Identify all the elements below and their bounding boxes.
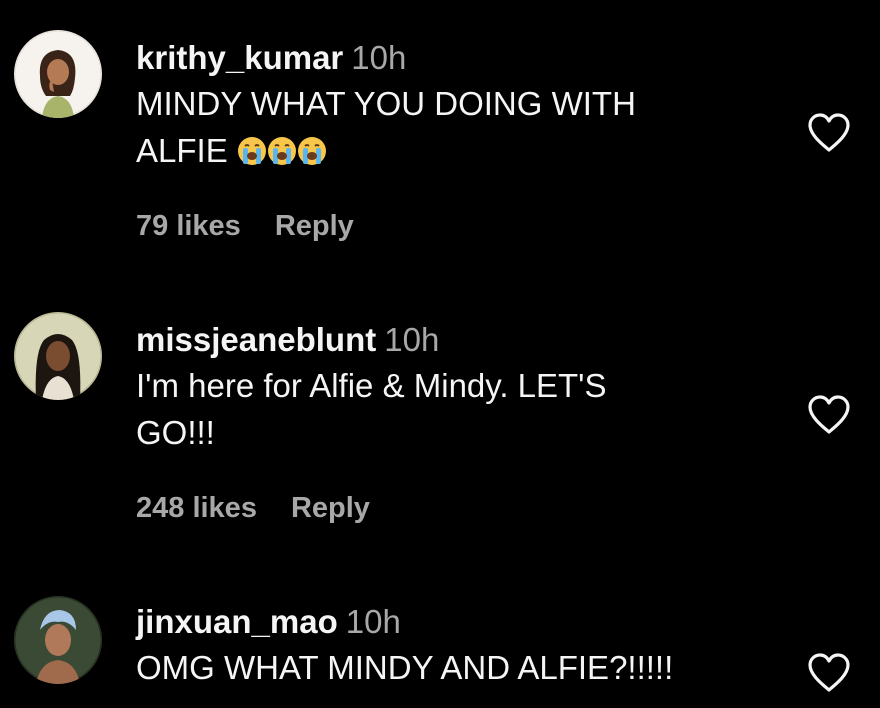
username-link[interactable]: jinxuan_mao	[136, 603, 338, 640]
heart-outline-icon[interactable]	[806, 652, 852, 694]
like-count[interactable]: 79 likes	[136, 210, 241, 242]
comment-text-line: ALFIE	[136, 132, 228, 169]
comment-text-line: I'm here for Alfie & Mindy. LET'S	[136, 367, 607, 404]
loudly-crying-face-icon	[237, 131, 267, 178]
comment-header: missjeaneblunt 10h	[136, 320, 776, 360]
avatar[interactable]	[14, 312, 102, 400]
comment-text-line: GO!!!	[136, 414, 215, 451]
username-link[interactable]: krithy_kumar	[136, 39, 343, 76]
comment-text-line-with-emoji: ALFIE	[136, 127, 776, 178]
comment-meta: 248 likes Reply	[136, 492, 370, 525]
timestamp: 10h	[345, 603, 401, 640]
comment-header: jinxuan_mao 10h	[136, 602, 776, 642]
timestamp: 10h	[351, 39, 407, 76]
comment-text-line: OMG WHAT MINDY AND ALFIE?!!!!!	[136, 649, 674, 686]
comment-meta: 79 likes Reply	[136, 210, 354, 243]
comment-body: krithy_kumar 10h MINDY WHAT YOU DOING WIT…	[136, 38, 776, 178]
avatar-image	[14, 596, 102, 684]
comment-text: I'm here for Alfie & Mindy. LET'S GO!!!	[136, 362, 776, 456]
avatar[interactable]	[14, 30, 102, 118]
username-link[interactable]: missjeaneblunt	[136, 321, 376, 358]
comment-header: krithy_kumar 10h	[136, 38, 776, 78]
avatar-image	[14, 312, 102, 400]
comment-item: krithy_kumar 10h MINDY WHAT YOU DOING WIT…	[0, 0, 880, 290]
reply-button[interactable]: Reply	[275, 210, 354, 242]
comment-item: missjeaneblunt 10h I'm here for Alfie & M…	[0, 290, 880, 580]
loudly-crying-face-icon	[267, 131, 297, 178]
comment-item: jinxuan_mao 10h OMG WHAT MINDY AND ALFIE?…	[0, 580, 880, 708]
avatar-image	[14, 30, 102, 118]
timestamp: 10h	[384, 321, 440, 358]
comment-body: missjeaneblunt 10h I'm here for Alfie & M…	[136, 320, 776, 456]
comment-text-line: MINDY WHAT YOU DOING WITH	[136, 85, 636, 122]
reply-button[interactable]: Reply	[291, 492, 370, 524]
comment-text: OMG WHAT MINDY AND ALFIE?!!!!!	[136, 644, 776, 691]
loudly-crying-face-icon	[297, 131, 327, 178]
heart-outline-icon[interactable]	[806, 394, 852, 436]
comment-text: MINDY WHAT YOU DOING WITH ALFIE	[136, 80, 776, 178]
comment-body: jinxuan_mao 10h OMG WHAT MINDY AND ALFIE?…	[136, 602, 776, 691]
heart-outline-icon[interactable]	[806, 112, 852, 154]
like-count[interactable]: 248 likes	[136, 492, 257, 524]
avatar[interactable]	[14, 596, 102, 684]
